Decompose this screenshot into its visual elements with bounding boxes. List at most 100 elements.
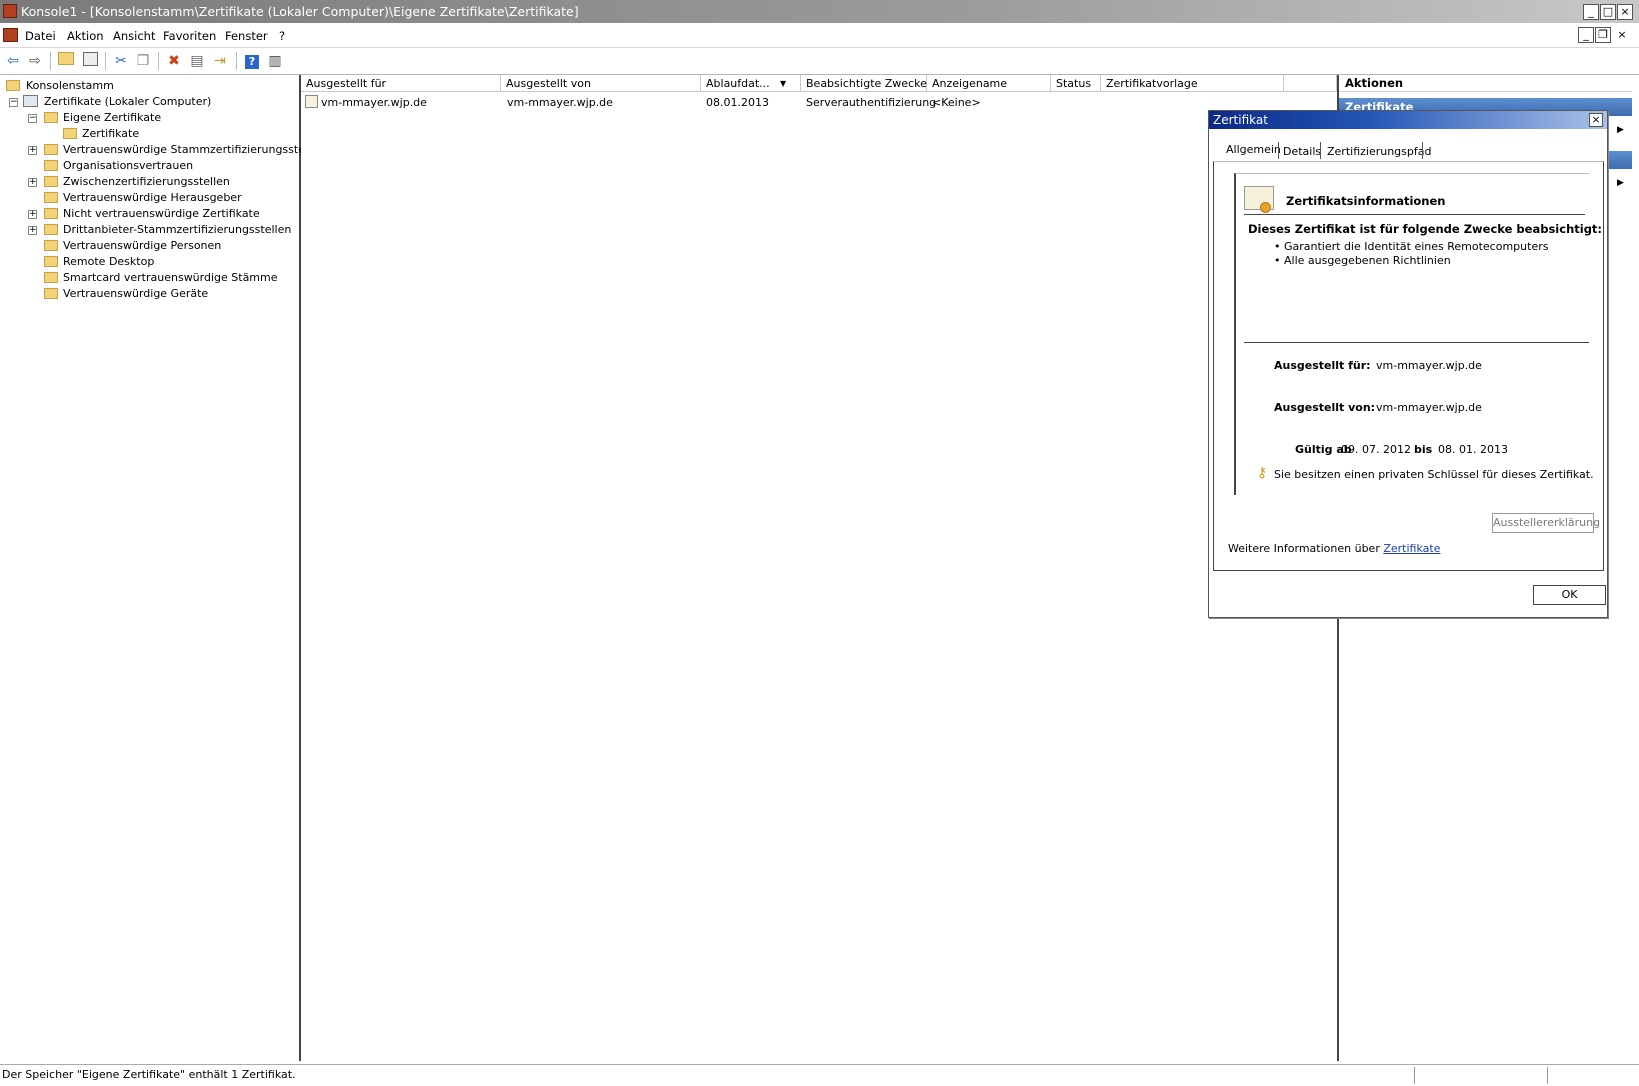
more-info-link[interactable]: Zertifikate: [1383, 542, 1440, 555]
valid-to-label: bis: [1414, 443, 1433, 456]
menu-datei[interactable]: Datei: [25, 29, 56, 43]
cell-zwecke: Serverauthentifizierung: [806, 96, 937, 109]
column-header-zertifikatvorlage[interactable]: Zertifikatvorlage: [1101, 75, 1284, 92]
issued-by-value: vm-mmayer.wjp.de: [1376, 401, 1482, 414]
column-label: Ablaufdat...: [706, 77, 770, 90]
certificate-store-icon: [23, 95, 38, 107]
dialog-title-bar[interactable]: Zertifikat ×: [1209, 111, 1607, 129]
purpose-item: • Alle ausgegebenen Richtlinien: [1274, 254, 1451, 267]
status-segment: [1547, 1067, 1548, 1084]
valid-to-value: 08. 01. 2013: [1438, 443, 1508, 456]
column-header-ablaufdatum[interactable]: Ablaufdat... ▼: [701, 75, 801, 92]
dialog-close-button[interactable]: ×: [1589, 113, 1603, 127]
issuer-statement-button[interactable]: Ausstellererklärung: [1492, 513, 1600, 533]
tree-item-label: Zertifikate: [82, 127, 140, 140]
result-list-pane: Ausgestellt für Ausgestellt von Ablaufda…: [301, 75, 1339, 1061]
copy-icon[interactable]: ❐: [134, 52, 152, 70]
folder-icon: [44, 224, 58, 235]
menu-ansicht[interactable]: Ansicht: [113, 29, 155, 43]
toolbar-separator: [105, 52, 106, 70]
status-segment: [1414, 1067, 1415, 1084]
folder-icon: [44, 208, 58, 219]
folder-icon: [44, 272, 58, 283]
collapse-icon[interactable]: −: [9, 98, 18, 107]
menu-help[interactable]: ?: [279, 29, 285, 43]
back-icon[interactable]: ⇦: [4, 52, 22, 70]
more-actions-arrow-icon[interactable]: ▶: [1617, 125, 1624, 135]
folder-icon: [44, 192, 58, 203]
tab-details[interactable]: Details: [1280, 143, 1324, 161]
certificate-icon: [305, 95, 318, 108]
folder-icon: [44, 176, 58, 187]
delete-icon[interactable]: ✖: [165, 52, 183, 70]
window-title: Konsole1 - [Konsolenstamm\Zertifikate (L…: [21, 4, 579, 19]
column-header-empty: [1284, 75, 1337, 92]
tree-item-label: Drittanbieter-Stammzertifizierungsstelle…: [63, 223, 292, 236]
tree-item-label: Vertrauenswürdige Geräte: [63, 287, 209, 300]
tree-item-label: Smartcard vertrauenswürdige Stämme: [63, 271, 278, 284]
export-icon[interactable]: ⇥: [211, 52, 229, 70]
column-header-anzeigename[interactable]: Anzeigename: [927, 75, 1051, 92]
help-icon[interactable]: ?: [243, 52, 261, 70]
minimize-button[interactable]: _: [1583, 4, 1599, 20]
console-system-menu-icon[interactable]: [3, 28, 18, 42]
close-button[interactable]: ×: [1617, 4, 1633, 20]
issued-by-label: Ausgestellt von:: [1274, 401, 1376, 414]
child-close-button[interactable]: ×: [1614, 27, 1630, 43]
menu-aktion[interactable]: Aktion: [67, 29, 104, 43]
menu-fenster[interactable]: Fenster: [225, 29, 268, 43]
expand-icon[interactable]: +: [28, 226, 37, 235]
purpose-item: • Garantiert die Identität eines Remotec…: [1274, 240, 1549, 253]
expand-icon[interactable]: +: [28, 178, 37, 187]
certificate-info-box: Zertifikatsinformationen Dieses Zertifik…: [1234, 173, 1602, 495]
cell-ausgestellt-von: vm-mmayer.wjp.de: [507, 96, 613, 109]
maximize-button[interactable]: □: [1600, 4, 1616, 20]
dialog-title: Zertifikat: [1213, 113, 1268, 127]
column-header-zwecke[interactable]: Beabsichtigte Zwecke: [801, 75, 927, 92]
private-key-icon: ⚷: [1257, 465, 1268, 481]
actions-header: Aktionen: [1339, 75, 1632, 92]
purpose-heading: Dieses Zertifikat ist für folgende Zweck…: [1248, 222, 1603, 236]
status-text: Der Speicher "Eigene Zertifikate" enthäl…: [2, 1068, 296, 1081]
expand-icon[interactable]: +: [28, 146, 37, 155]
forward-icon[interactable]: ⇨: [26, 52, 44, 70]
tab-zertifizierungspfad[interactable]: Zertifizierungspfad: [1324, 143, 1434, 161]
more-actions-arrow-icon[interactable]: ▶: [1617, 178, 1624, 188]
tab-allgemein[interactable]: Allgemein: [1223, 141, 1284, 159]
divider: [1244, 342, 1589, 343]
tree-item-label: Eigene Zertifikate: [63, 111, 162, 124]
toolbar-separator: [158, 52, 159, 70]
issued-to-label: Ausgestellt für:: [1274, 359, 1371, 372]
collapse-icon[interactable]: −: [28, 114, 37, 123]
toolbar: ⇦ ⇨ ✂ ❐ ✖ ▤ ⇥ ? ▥: [0, 48, 1639, 75]
tree-item-label: Vertrauenswürdige Personen: [63, 239, 222, 252]
folder-icon: [44, 112, 58, 123]
menu-bar: Datei Aktion Ansicht Favoriten Fenster ?…: [0, 24, 1639, 48]
tree-item-label: Zwischenzertifizierungsstellen: [63, 175, 230, 188]
tab-separator: [1422, 142, 1423, 159]
up-folder-icon[interactable]: [57, 52, 75, 70]
properties-icon[interactable]: ▤: [188, 52, 206, 70]
child-restore-button[interactable]: ❐: [1595, 27, 1611, 43]
tree-item-label: Organisationsvertrauen: [63, 159, 194, 172]
column-header-ausgestellt-von[interactable]: Ausgestellt von: [501, 75, 701, 92]
console-tree-pane: Konsolenstamm − Zertifikate (Lokaler Com…: [0, 75, 325, 1061]
cut-icon[interactable]: ✂: [112, 52, 130, 70]
show-hide-tree-icon[interactable]: [81, 52, 99, 70]
window-title-bar[interactable]: Konsole1 - [Konsolenstamm\Zertifikate (L…: [0, 0, 1639, 23]
show-hide-action-pane-icon[interactable]: ▥: [266, 52, 284, 70]
column-header-ausgestellt-fuer[interactable]: Ausgestellt für: [301, 75, 501, 92]
menu-favoriten[interactable]: Favoriten: [163, 29, 216, 43]
mmc-app-icon: [3, 4, 17, 18]
folder-icon: [44, 240, 58, 251]
child-minimize-button[interactable]: _: [1578, 27, 1594, 43]
certificate-dialog: Zertifikat × Allgemein Details Zertifizi…: [1208, 110, 1608, 618]
column-header-status[interactable]: Status: [1051, 75, 1101, 92]
toolbar-separator: [236, 52, 237, 70]
expand-icon[interactable]: +: [28, 210, 37, 219]
info-title: Zertifikatsinformationen: [1286, 194, 1446, 208]
ok-button[interactable]: OK: [1533, 585, 1606, 605]
folder-icon: [44, 256, 58, 267]
cell-ausgestellt-fuer: vm-mmayer.wjp.de: [321, 96, 427, 109]
more-info-prefix: Weitere Informationen über: [1228, 542, 1380, 555]
